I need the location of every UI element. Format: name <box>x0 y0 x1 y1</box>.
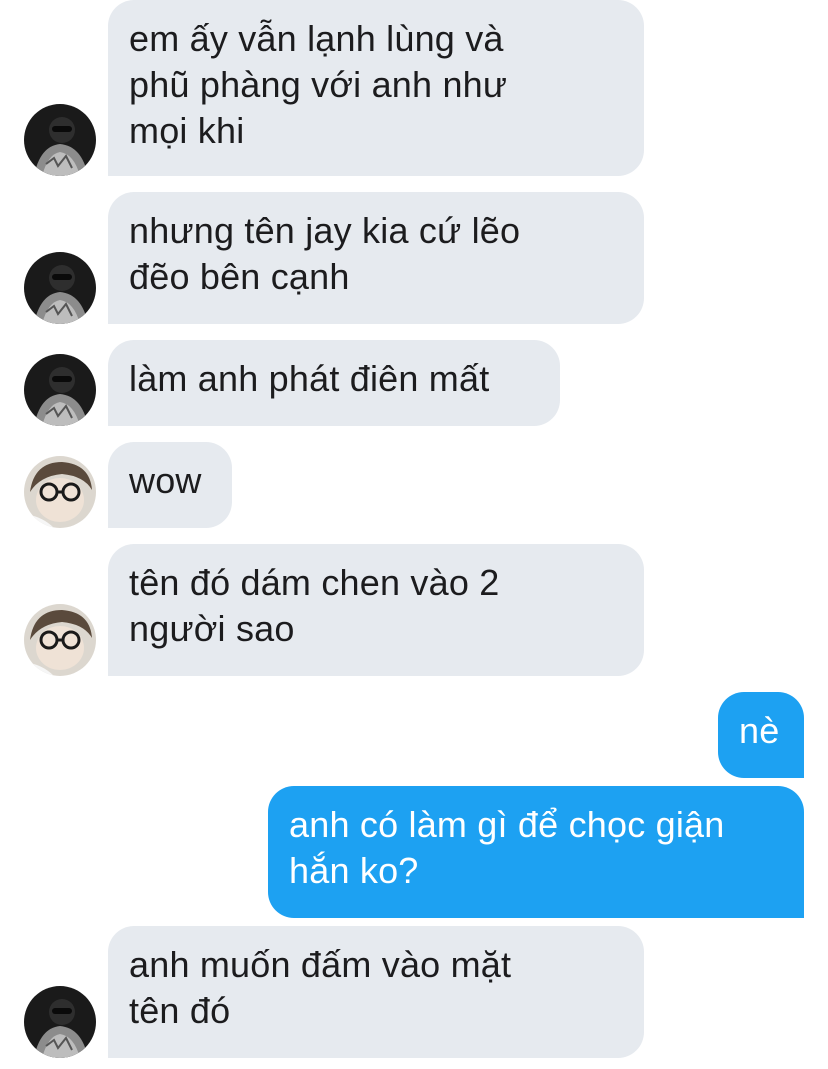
message-bubble[interactable]: làm anh phát điên mất <box>108 340 560 426</box>
message-bubble[interactable]: nhưng tên jay kia cứ lẽo đẽo bên cạnh <box>108 192 644 324</box>
message-bubble[interactable]: em ấy vẫn lạnh lùng và phũ phàng với anh… <box>108 0 644 176</box>
glasses-avatar[interactable] <box>24 456 96 528</box>
message-bubble[interactable]: tên đó dám chen vào 2 người sao <box>108 544 644 676</box>
message-bubble[interactable]: wow <box>108 442 232 528</box>
outgoing-message-bubble[interactable]: anh có làm gì để chọc giận hắn ko? <box>268 786 804 918</box>
chat-thread: em ấy vẫn lạnh lùng và phũ phàng với anh… <box>0 0 828 1069</box>
outgoing-message-bubble[interactable]: nè <box>718 692 804 778</box>
dark-avatar[interactable] <box>24 354 96 426</box>
dark-avatar[interactable] <box>24 986 96 1058</box>
glasses-avatar[interactable] <box>24 604 96 676</box>
dark-avatar[interactable] <box>24 252 96 324</box>
message-bubble[interactable]: anh muốn đấm vào mặt tên đó <box>108 926 644 1058</box>
dark-avatar[interactable] <box>24 104 96 176</box>
